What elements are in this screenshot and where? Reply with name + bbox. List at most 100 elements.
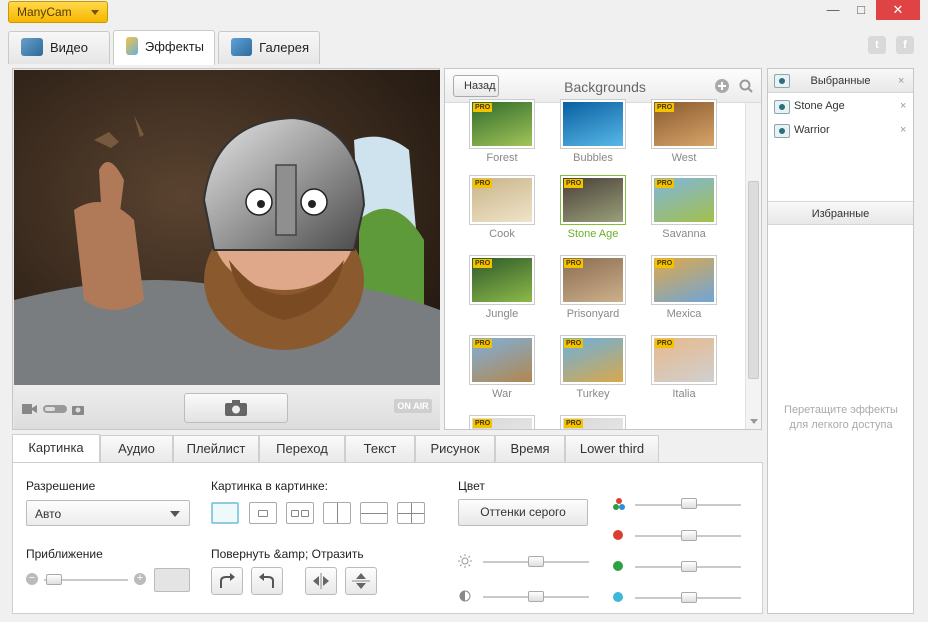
green-slider-knob[interactable] [681, 561, 697, 572]
rotate-left-icon [259, 573, 274, 588]
resolution-label: Разрешение [26, 479, 96, 493]
camera-switch-icon[interactable] [22, 403, 92, 415]
tab-picture[interactable]: Картинка [12, 434, 100, 463]
eye-icon[interactable] [774, 74, 790, 88]
pip-split-vertical-button[interactable] [323, 502, 351, 524]
background-thumbnail[interactable]: PRO [469, 255, 535, 305]
background-thumbnail[interactable]: PRO [651, 255, 717, 305]
zoom-slider-knob[interactable] [46, 574, 62, 585]
tab-time[interactable]: Время [495, 435, 565, 462]
tab-effects-label: Эффекты [144, 39, 204, 54]
tab-video[interactable]: Видео [8, 31, 110, 64]
add-icon[interactable] [715, 79, 729, 93]
tab-transition[interactable]: Переход [259, 435, 345, 462]
tab-playlist[interactable]: Плейлист [173, 435, 259, 462]
pro-badge: PRO [564, 259, 584, 268]
red-slider-knob[interactable] [681, 530, 697, 541]
selected-item-label: Warrior [794, 124, 830, 136]
flip-vertical-button[interactable] [345, 567, 377, 595]
tab-drawing[interactable]: Рисунок [415, 435, 495, 462]
background-thumbnail[interactable]: PRO [469, 415, 535, 429]
background-thumbnail[interactable]: PRO [651, 99, 717, 149]
maximize-button[interactable]: □ [846, 0, 876, 20]
favorites-drag-hint: Перетащите эффекты для легкого доступа [784, 404, 898, 431]
background-thumbnail[interactable]: PRO [469, 99, 535, 149]
pro-badge: PRO [655, 179, 675, 188]
snapshot-button[interactable] [184, 393, 288, 423]
background-thumbnail[interactable]: PRO [469, 175, 535, 225]
background-thumbnail-label: Savanna [662, 228, 706, 240]
pro-badge: PRO [473, 339, 493, 348]
pip-quad-button[interactable] [397, 502, 425, 524]
selected-item[interactable]: Stone Age × [768, 95, 913, 119]
tab-lower-third[interactable]: Lower third [565, 435, 659, 462]
backgrounds-scrollbar[interactable] [745, 103, 761, 429]
flip-horizontal-button[interactable] [305, 567, 337, 595]
background-thumbnail[interactable]: PRO [651, 175, 717, 225]
background-thumbnail-label: Bubbles [573, 152, 613, 164]
remove-icon[interactable]: × [900, 124, 906, 136]
flip-vertical-icon [352, 573, 370, 589]
brightness-icon [458, 554, 472, 568]
remove-icon[interactable]: × [900, 100, 906, 112]
background-thumbnail[interactable]: PRO [469, 335, 535, 385]
resolution-value: Авто [35, 507, 62, 521]
background-thumbnail-label: Turkey [576, 388, 610, 400]
pip-small-button[interactable] [249, 502, 277, 524]
resolution-select[interactable]: Авто [26, 500, 190, 526]
scrollbar-thumb[interactable] [748, 181, 759, 379]
eye-icon[interactable] [774, 124, 790, 138]
pip-none-button[interactable] [211, 502, 239, 524]
gallery-icon [231, 38, 253, 56]
background-thumbnail[interactable]: PRO [560, 175, 626, 225]
rgb-icon [613, 498, 625, 510]
contrast-slider-knob[interactable] [528, 591, 544, 602]
pip-split-horizontal-button[interactable] [360, 502, 388, 524]
blue-slider-knob[interactable] [681, 592, 697, 603]
tab-audio[interactable]: Аудио [100, 435, 173, 462]
selected-effects-header: Выбранные × [768, 69, 913, 93]
app-menu-button[interactable]: ManyCam [8, 1, 108, 23]
rotate-label: Повернуть &amp; Отразить [211, 547, 364, 561]
selected-effects-title: Выбранные [810, 75, 871, 87]
pro-badge: PRO [473, 179, 493, 188]
pro-badge: PRO [655, 103, 675, 112]
rotate-left-button[interactable] [251, 567, 283, 595]
saturation-slider-knob[interactable] [681, 498, 697, 509]
pro-badge: PRO [473, 419, 493, 428]
background-thumbnail[interactable]: PRO [560, 335, 626, 385]
grayscale-button[interactable]: Оттенки серого [458, 499, 588, 526]
selected-item[interactable]: Warrior × [768, 119, 913, 143]
search-icon[interactable] [739, 79, 753, 93]
tab-text[interactable]: Текст [345, 435, 415, 462]
twitter-icon[interactable]: t [868, 36, 886, 54]
tab-effects[interactable]: Эффекты [113, 30, 215, 65]
minimize-button[interactable]: — [818, 0, 848, 20]
background-thumbnail[interactable] [560, 99, 626, 149]
background-thumbnail-label: Cook [489, 228, 515, 240]
selected-item-label: Stone Age [794, 100, 845, 112]
eye-icon[interactable] [774, 100, 790, 114]
blue-dot-icon [613, 592, 623, 602]
close-button[interactable]: ✕ [876, 0, 920, 20]
effects-icon [126, 37, 138, 55]
zoom-in-button[interactable]: + [134, 573, 146, 585]
zoom-out-button[interactable]: − [26, 573, 38, 585]
facebook-icon[interactable]: f [896, 36, 914, 54]
video-controls: ON AIR [14, 385, 440, 429]
video-panel: ON AIR [12, 68, 440, 430]
pro-badge: PRO [655, 339, 675, 348]
rotate-right-button[interactable] [211, 567, 243, 595]
close-icon[interactable]: × [898, 69, 904, 93]
tab-gallery[interactable]: Галерея [218, 31, 320, 64]
zoom-preview[interactable] [154, 568, 190, 592]
background-thumbnail[interactable]: PRO [560, 255, 626, 305]
background-thumbnail[interactable]: PRO [651, 335, 717, 385]
favorites-panel: Выбранные × Stone Age × Warrior × Избран… [767, 68, 914, 614]
brightness-slider-knob[interactable] [528, 556, 544, 567]
pro-badge: PRO [564, 419, 584, 428]
background-thumbnail[interactable]: PRO [560, 415, 626, 429]
pip-double-button[interactable] [286, 502, 314, 524]
back-button[interactable]: Назад [453, 75, 499, 97]
scroll-down-icon[interactable] [750, 419, 758, 424]
